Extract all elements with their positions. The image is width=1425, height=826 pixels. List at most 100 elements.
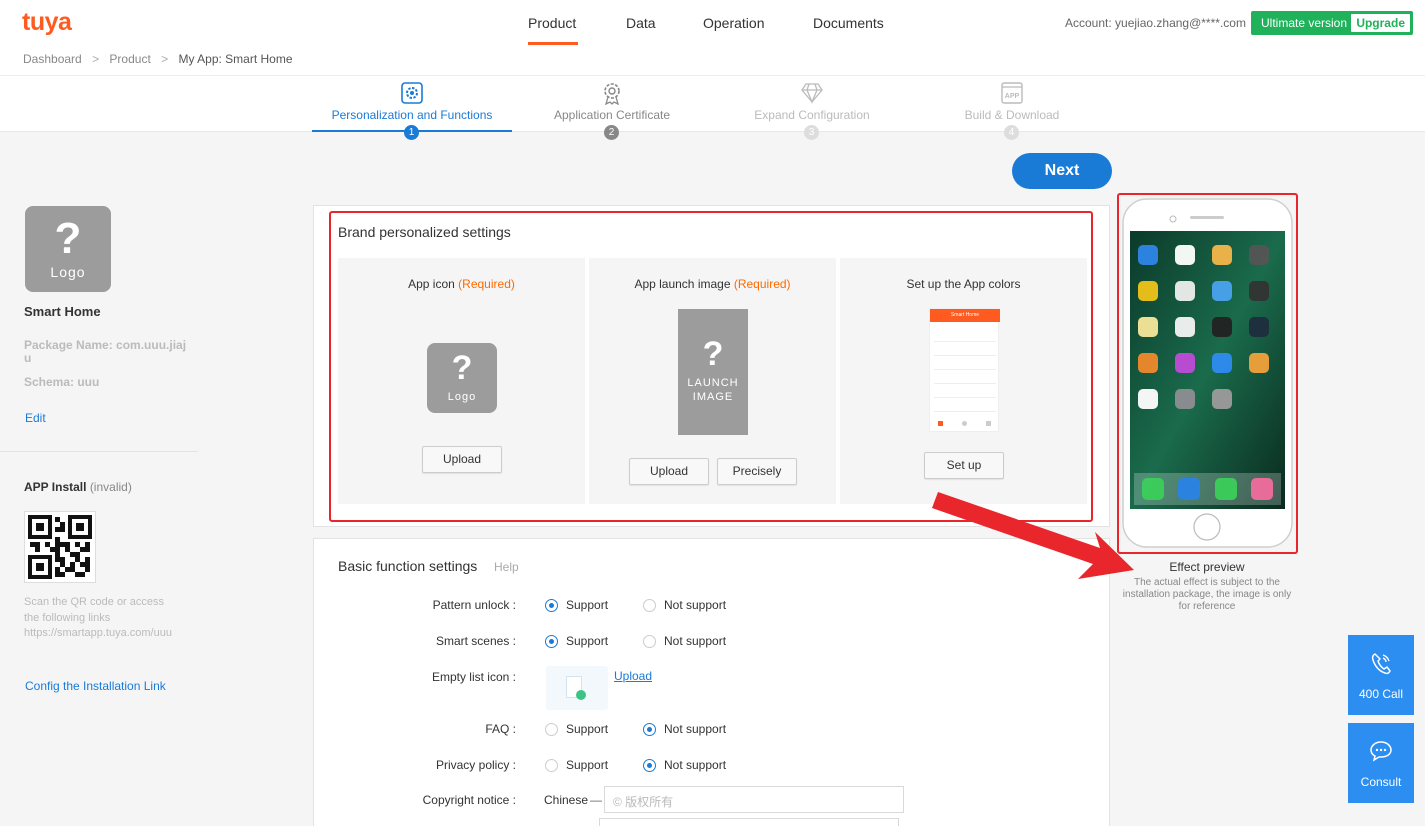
app-install-status: (invalid): [89, 480, 132, 494]
breadcrumb-current: My App: Smart Home: [178, 52, 293, 66]
nav-product[interactable]: Product: [528, 15, 576, 31]
help-link[interactable]: Help: [494, 560, 519, 574]
breadcrumb-product[interactable]: Product: [109, 52, 150, 66]
schema: Schema: uuu: [24, 375, 100, 389]
diamond-icon: [801, 83, 823, 104]
breadcrumb: Dashboard > Product > My App: Smart Home: [23, 52, 293, 66]
mock-tab-icon: [938, 421, 943, 426]
sidebar-divider: [0, 451, 198, 452]
app-icon-upload-button[interactable]: Upload: [422, 446, 502, 473]
faq-not-support-radio[interactable]: [643, 723, 656, 736]
empty-list-icon-preview: [546, 666, 608, 710]
config-install-link[interactable]: Config the Installation Link: [25, 679, 166, 693]
svg-text:APP: APP: [1005, 93, 1020, 100]
step-label: Personalization and Functions: [331, 108, 493, 122]
mock-row: [934, 375, 996, 384]
question-icon: ?: [54, 214, 82, 263]
steps-bar: Personalization and Functions 1 Applicat…: [0, 75, 1425, 140]
privacy-not-support-label[interactable]: Not support: [664, 758, 726, 772]
privacy-not-support-radio[interactable]: [643, 759, 656, 772]
edit-link[interactable]: Edit: [25, 411, 46, 425]
step-number: 1: [404, 125, 419, 140]
ultimate-version-badge[interactable]: Ultimate version Upgrade: [1251, 11, 1413, 35]
certificate-icon: [604, 83, 620, 105]
privacy-policy-label: Privacy policy :: [435, 758, 516, 772]
app-install-heading: APP Install (invalid): [24, 480, 132, 494]
mock-row: [934, 389, 996, 398]
account-menu[interactable]: Account: yuejiao.zhang@****.com ⌄: [1065, 16, 1260, 30]
launch-image-title: App launch image (Required): [634, 277, 791, 291]
nav-documents[interactable]: Documents: [813, 15, 884, 31]
step-build[interactable]: APP Build & Download 4: [912, 76, 1112, 140]
smart-scenes-support-radio[interactable]: [545, 635, 558, 648]
tuya-logo[interactable]: tuya: [22, 8, 72, 37]
upgrade-button[interactable]: Upgrade: [1351, 14, 1410, 32]
install-url[interactable]: https://smartapp.tuya.com/uuu: [24, 626, 174, 640]
next-button[interactable]: Next: [1012, 153, 1112, 189]
empty-list-upload-link[interactable]: Upload: [614, 669, 652, 683]
faq-support-radio[interactable]: [545, 723, 558, 736]
effect-preview-title: Effect preview: [1169, 560, 1245, 574]
faq-support-label[interactable]: Support: [566, 722, 608, 736]
pattern-unlock-not-support-radio[interactable]: [643, 599, 656, 612]
qr-code: [24, 511, 96, 583]
mock-tab-icon: [962, 421, 967, 426]
badge-icon: [576, 690, 586, 700]
call-label: 400 Call: [1358, 687, 1404, 701]
app-icon-panel: App icon (Required) ? Logo Upload: [338, 258, 585, 504]
basic-settings-title: Basic function settings: [338, 558, 478, 574]
mock-row: [934, 361, 996, 370]
app-icon-title: App icon (Required): [408, 277, 515, 291]
step-number: 4: [1004, 125, 1019, 140]
step-number: 2: [604, 125, 619, 140]
faq-label: FAQ :: [485, 722, 516, 736]
annotation-arrow: [932, 492, 1134, 579]
app-icon: APP: [1001, 82, 1023, 104]
question-icon: ?: [451, 349, 473, 387]
step-number: 3: [804, 125, 819, 140]
step-label: Build & Download: [964, 108, 1060, 122]
privacy-support-label[interactable]: Support: [566, 758, 608, 772]
annotation-highlight-preview: [1117, 193, 1298, 554]
consult-button[interactable]: Consult: [1348, 723, 1414, 803]
app-install-title: APP Install: [24, 480, 87, 494]
smart-scenes-support-label[interactable]: Support: [566, 634, 608, 648]
launch-image-placeholder: ? Launch Image: [678, 309, 748, 435]
copyright-lang-label: Chinese: [544, 793, 589, 807]
package-name: Package Name: com.uuu.jiaju: [24, 338, 187, 365]
call-button[interactable]: 400 Call: [1348, 635, 1414, 715]
mock-tab-icon: [986, 421, 991, 426]
step-label: Expand Configuration: [754, 108, 870, 122]
app-icon-placeholder: ? Logo: [427, 343, 497, 413]
logo-text: Logo: [447, 391, 477, 403]
app-colors-setup-button[interactable]: Set up: [924, 452, 1004, 479]
qr-code-image: [28, 515, 92, 579]
copyright-chinese-input[interactable]: © 版权所有: [604, 786, 904, 813]
pattern-unlock-not-support-label[interactable]: Not support: [664, 598, 726, 612]
nav-operation[interactable]: Operation: [703, 15, 764, 31]
faq-not-support-label[interactable]: Not support: [664, 722, 726, 736]
copyright-lang-dash: —: [590, 793, 602, 807]
copyright-english-input[interactable]: [599, 818, 899, 826]
mock-row: [934, 333, 996, 342]
pattern-unlock-support-radio[interactable]: [545, 599, 558, 612]
breadcrumb-dashboard[interactable]: Dashboard: [23, 52, 82, 66]
smart-scenes-label: Smart scenes :: [435, 634, 516, 648]
step-expand[interactable]: Expand Configuration 3: [712, 76, 912, 140]
consult-label: Consult: [1360, 775, 1402, 789]
nav-data[interactable]: Data: [626, 15, 656, 31]
pattern-unlock-support-label[interactable]: Support: [566, 598, 608, 612]
smart-scenes-not-support-label[interactable]: Not support: [664, 634, 726, 648]
step-certificate[interactable]: Application Certificate 2: [512, 76, 712, 140]
launch-upload-button[interactable]: Upload: [629, 458, 709, 485]
launch-precisely-button[interactable]: Precisely: [717, 458, 797, 485]
chat-icon: [1370, 741, 1392, 762]
app-logo: ? Logo: [25, 206, 111, 292]
brand-settings-title: Brand personalized settings: [338, 224, 511, 240]
privacy-support-radio[interactable]: [545, 759, 558, 772]
mock-row: [934, 403, 996, 412]
step-personalization[interactable]: Personalization and Functions 1: [312, 76, 512, 140]
scan-instructions: Scan the QR code or access the following…: [24, 596, 165, 624]
step-label: Application Certificate: [553, 108, 671, 122]
smart-scenes-not-support-radio[interactable]: [643, 635, 656, 648]
